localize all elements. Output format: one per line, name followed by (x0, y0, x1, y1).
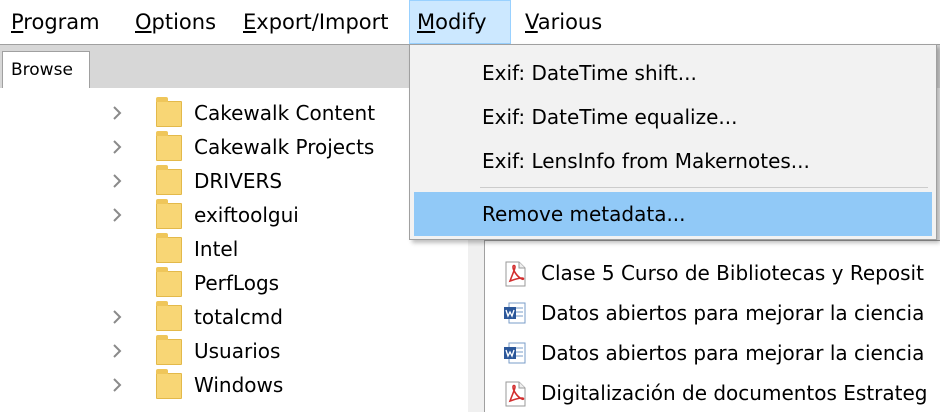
file-name: Digitalización de documentos Estrateg (541, 381, 928, 405)
menu-modify[interactable]: Modify (409, 0, 511, 44)
folder-icon (156, 335, 182, 365)
chevron-right-icon[interactable] (108, 171, 126, 191)
folder-icon (156, 233, 182, 263)
file-row[interactable]: Datos abiertos para mejorar la ciencia (485, 293, 940, 333)
file-name: Datos abiertos para mejorar la ciencia (541, 301, 925, 325)
folder-icon (156, 199, 182, 229)
chevron-right-icon[interactable] (108, 341, 126, 361)
folder-icon (156, 267, 182, 297)
tree-item[interactable]: Usuarios (0, 334, 468, 368)
tree-item[interactable]: Intel (0, 232, 468, 266)
file-row[interactable]: Datos abiertos para mejorar la ciencia (485, 333, 940, 373)
menu-program[interactable]: Program (4, 0, 107, 44)
menu-separator (480, 187, 928, 188)
file-name: Clase 5 Curso de Bibliotecas y Reposit (541, 261, 924, 285)
file-row[interactable]: Clase 5 Curso de Bibliotecas y Reposit (485, 253, 940, 293)
tree-item-label: Cakewalk Projects (194, 135, 375, 159)
menu-item-lensinfo[interactable]: Exif: LensInfo from Makernotes... (414, 139, 932, 183)
menu-various-label: arious (537, 10, 603, 34)
menu-various[interactable]: Various (518, 0, 609, 44)
menu-options-accel: O (135, 10, 152, 34)
tree-item-label: DRIVERS (194, 169, 283, 193)
file-row[interactable]: Digitalización de documentos Estrateg (485, 373, 940, 412)
file-list: Clase 5 Curso de Bibliotecas y Reposit D… (484, 240, 940, 412)
folder-icon (156, 97, 182, 127)
tree-item-label: Usuarios (194, 339, 281, 363)
menu-item-remove-metadata[interactable]: Remove metadata... (414, 192, 932, 236)
tree-item[interactable]: DRIVERS (0, 164, 468, 198)
folder-icon (156, 301, 182, 331)
folder-icon (156, 131, 182, 161)
menu-export-import-accel: E (243, 10, 257, 34)
word-icon (504, 342, 526, 364)
menu-item-datetime-equalize[interactable]: Exif: DateTime equalize... (414, 95, 932, 139)
folder-icon (156, 165, 182, 195)
menu-program-label: rogram (23, 10, 100, 34)
tree-item-label: Intel (194, 237, 239, 261)
pdf-icon (505, 261, 526, 287)
tab-browse[interactable]: Browse (2, 51, 90, 89)
tree-item-label: Windows (194, 373, 284, 397)
menu-options-label: ptions (151, 10, 217, 34)
chevron-right-icon[interactable] (108, 375, 126, 395)
pdf-icon (505, 381, 526, 407)
menu-export-import[interactable]: Export/Import (236, 0, 396, 44)
folder-icon (156, 369, 182, 399)
tree-item[interactable]: Windows (0, 368, 468, 402)
folder-tree: Cakewalk Content Cakewalk Projects DRIVE… (0, 88, 468, 412)
tree-item-label: PerfLogs (194, 271, 280, 295)
tree-item[interactable]: exiftoolgui (0, 198, 468, 232)
chevron-right-icon[interactable] (108, 103, 126, 123)
chevron-right-icon[interactable] (108, 137, 126, 157)
chevron-right-icon[interactable] (108, 307, 126, 327)
menu-modify-label: odify (435, 10, 487, 34)
menu-program-accel: P (11, 10, 24, 34)
tree-item[interactable]: totalcmd (0, 300, 468, 334)
tree-item-label: totalcmd (194, 305, 283, 329)
menu-item-datetime-shift[interactable]: Exif: DateTime shift... (414, 51, 932, 95)
file-name: Datos abiertos para mejorar la ciencia (541, 341, 925, 365)
tree-item-label: Cakewalk Content (194, 101, 376, 125)
menu-options[interactable]: Options (128, 0, 223, 44)
tree-item-label: exiftoolgui (194, 203, 299, 227)
chevron-right-icon[interactable] (108, 205, 126, 225)
menu-bar: Program Options Export/Import Modify Var… (0, 0, 940, 44)
tree-item[interactable]: Cakewalk Content (0, 96, 468, 130)
menu-export-import-label: xport/Import (256, 10, 389, 34)
modify-dropdown-menu: Exif: DateTime shift... Exif: DateTime e… (409, 44, 937, 240)
tree-item[interactable]: PerfLogs (0, 266, 468, 300)
word-icon (504, 302, 526, 324)
menu-various-accel: V (525, 10, 538, 34)
menu-modify-accel: M (417, 10, 436, 34)
tree-item[interactable]: Cakewalk Projects (0, 130, 468, 164)
